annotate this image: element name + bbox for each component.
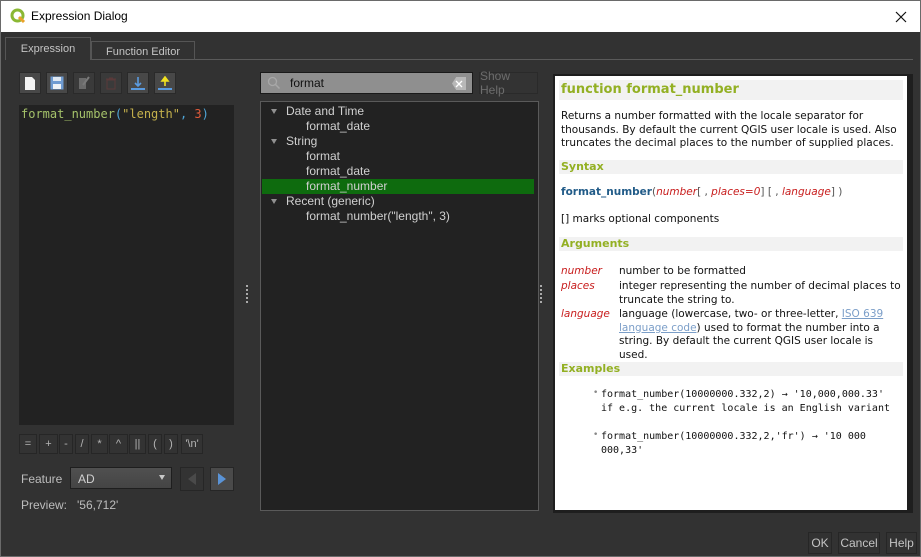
search-icon bbox=[267, 76, 281, 93]
argument-name: places bbox=[561, 280, 595, 292]
tree-item[interactable]: format_date bbox=[262, 119, 534, 134]
expand-caret-icon bbox=[271, 199, 277, 204]
tab-function-editor[interactable]: Function Editor bbox=[91, 41, 195, 60]
argument-name: number bbox=[561, 265, 602, 277]
tree-item[interactable]: format_date bbox=[262, 164, 534, 179]
tab-divider bbox=[91, 59, 913, 60]
token-string: "length" bbox=[122, 107, 180, 121]
export-icon bbox=[158, 75, 172, 90]
argument-description: language (lowercase, two- or three-lette… bbox=[619, 308, 884, 361]
example-item: format_number(10000000.332,2) → '10,000,… bbox=[601, 389, 890, 414]
new-file-icon bbox=[25, 76, 35, 90]
help-panel: function format_number Returns a number … bbox=[553, 74, 913, 513]
bullet-icon: • bbox=[593, 388, 599, 398]
syntax-header: Syntax bbox=[559, 160, 903, 174]
expand-caret-icon bbox=[271, 109, 277, 114]
operator-minus-button[interactable]: - bbox=[59, 434, 73, 454]
operator-newline-button[interactable]: '\n' bbox=[181, 434, 203, 454]
optional-note: [] marks optional components bbox=[561, 213, 720, 225]
chevron-down-icon bbox=[159, 475, 165, 480]
new-button[interactable] bbox=[19, 72, 41, 94]
operator-open-paren-button[interactable]: ( bbox=[148, 434, 162, 454]
argument-description: integer representing the number of decim… bbox=[619, 280, 901, 306]
examples-header: Examples bbox=[559, 362, 903, 376]
token-number: 3 bbox=[194, 107, 202, 121]
help-description: Returns a number formatted with the loca… bbox=[561, 110, 897, 149]
operator-plus-button[interactable]: + bbox=[39, 434, 58, 454]
close-icon bbox=[895, 11, 907, 23]
tab-bar: Expression Function Editor bbox=[5, 37, 918, 60]
save-button[interactable] bbox=[46, 72, 68, 94]
expression-editor[interactable]: format_number("length", 3) bbox=[19, 105, 234, 425]
ok-button[interactable]: OK bbox=[808, 532, 832, 554]
splitter-handle-right[interactable] bbox=[540, 285, 543, 305]
feature-select-value: AD bbox=[78, 472, 95, 486]
splitter-handle-left[interactable] bbox=[246, 285, 249, 305]
operator-close-paren-button[interactable]: ) bbox=[164, 434, 178, 454]
window-title: Expression Dialog bbox=[31, 9, 128, 23]
preview-label: Preview: bbox=[21, 498, 68, 512]
qgis-logo-icon bbox=[10, 8, 26, 24]
function-tree: Date and Time format_date String format … bbox=[260, 101, 539, 511]
operator-divide-button[interactable]: / bbox=[75, 434, 89, 454]
clear-icon bbox=[455, 80, 463, 87]
expression-dialog: Expression Dialog Expression Function Ed… bbox=[0, 0, 921, 557]
cancel-button[interactable]: Cancel bbox=[838, 532, 880, 554]
example-item: format_number(10000000.332,2,'fr') → '10… bbox=[601, 431, 866, 456]
tab-expression[interactable]: Expression bbox=[5, 37, 91, 60]
bullet-icon: • bbox=[593, 430, 599, 440]
argument-description: number to be formatted bbox=[619, 265, 746, 277]
operator-concat-button[interactable]: || bbox=[129, 434, 146, 454]
token-paren: ) bbox=[201, 107, 209, 121]
tree-group-date-and-time[interactable]: Date and Time bbox=[262, 104, 534, 119]
feature-select[interactable]: AD bbox=[70, 467, 172, 489]
delete-icon bbox=[106, 77, 116, 89]
triangle-left-icon bbox=[188, 473, 196, 485]
tree-item[interactable]: format_number("length", 3) bbox=[262, 209, 534, 224]
tree-group-recent[interactable]: Recent (generic) bbox=[262, 194, 534, 209]
operator-multiply-button[interactable]: * bbox=[91, 434, 108, 454]
expression-text: format_number("length", 3) bbox=[21, 107, 209, 121]
tree-item[interactable]: format bbox=[262, 149, 534, 164]
token-comma: , bbox=[179, 107, 195, 121]
close-button[interactable] bbox=[888, 4, 914, 30]
function-search-input[interactable]: format bbox=[260, 72, 473, 94]
title-bar: Expression Dialog bbox=[1, 1, 920, 32]
clear-search-button[interactable] bbox=[452, 77, 466, 90]
export-button[interactable] bbox=[154, 72, 176, 94]
preview-value: '56,712' bbox=[77, 498, 119, 512]
import-icon bbox=[131, 76, 145, 90]
triangle-right-icon bbox=[218, 473, 226, 485]
delete-button[interactable] bbox=[100, 72, 122, 94]
show-help-button[interactable]: Show Help bbox=[479, 69, 538, 97]
edit-icon bbox=[79, 76, 90, 89]
argument-name: language bbox=[561, 308, 610, 320]
search-value: format bbox=[290, 76, 325, 90]
arguments-header: Arguments bbox=[559, 237, 903, 251]
tree-item-selected[interactable]: format_number bbox=[262, 179, 534, 194]
import-button[interactable] bbox=[127, 72, 149, 94]
help-title: function format_number bbox=[559, 80, 903, 100]
token-function: format_number bbox=[21, 107, 115, 121]
save-icon bbox=[50, 76, 64, 90]
feature-label: Feature bbox=[21, 472, 63, 486]
operator-power-button[interactable]: ^ bbox=[109, 434, 128, 454]
previous-feature-button[interactable] bbox=[180, 467, 204, 491]
expand-caret-icon bbox=[271, 139, 277, 144]
tree-group-string[interactable]: String bbox=[262, 134, 534, 149]
next-feature-button[interactable] bbox=[210, 467, 234, 491]
help-button[interactable]: Help bbox=[886, 532, 917, 554]
syntax-line: format_number(number[ , places=0] [ , la… bbox=[561, 186, 843, 198]
edit-button[interactable] bbox=[73, 72, 95, 94]
operator-equals-button[interactable]: = bbox=[19, 434, 37, 454]
